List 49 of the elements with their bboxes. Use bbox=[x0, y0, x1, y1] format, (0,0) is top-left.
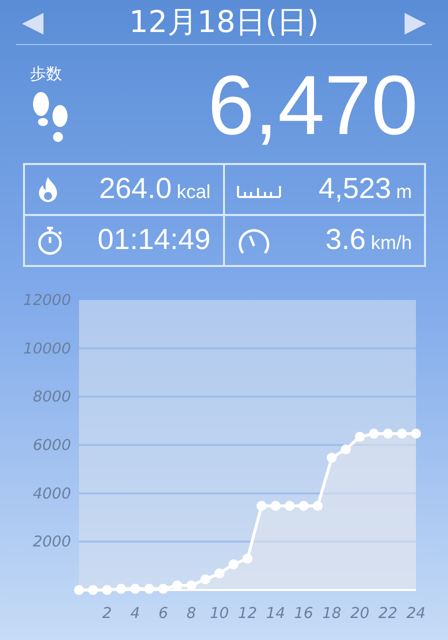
x-axis-label: 4 bbox=[130, 604, 140, 622]
steps-label: 歩数 bbox=[30, 64, 62, 84]
previous-day-button[interactable]: ◀ bbox=[16, 8, 50, 36]
y-axis-label: 2000 bbox=[32, 532, 71, 551]
stat-value: 01:14:49 bbox=[98, 224, 210, 256]
x-axis-label: 24 bbox=[406, 604, 426, 622]
data-point bbox=[354, 432, 365, 442]
step-count: 6,470 bbox=[208, 63, 418, 147]
y-axis-label: 8000 bbox=[32, 388, 71, 406]
stat-value: 4,523 bbox=[318, 173, 392, 205]
unit-label: km/h bbox=[370, 233, 412, 254]
x-axis-label: 6 bbox=[158, 604, 168, 622]
data-point bbox=[368, 428, 379, 439]
data-point bbox=[256, 500, 267, 511]
speedometer-icon bbox=[236, 226, 270, 254]
x-axis-label: 12 bbox=[238, 604, 258, 622]
x-axis-label: 10 bbox=[210, 604, 229, 622]
data-point bbox=[200, 574, 210, 584]
data-point bbox=[242, 554, 252, 564]
stat-value: 264.0 bbox=[99, 173, 172, 205]
x-axis-label: 22 bbox=[378, 604, 398, 622]
data-point bbox=[411, 428, 421, 439]
data-point bbox=[298, 500, 309, 511]
date-title: 12月18日(日) bbox=[129, 4, 319, 42]
data-point bbox=[382, 428, 393, 439]
data-point bbox=[270, 500, 281, 511]
x-axis-label: 18 bbox=[322, 604, 342, 622]
next-day-button[interactable]: ▶ bbox=[398, 8, 432, 36]
x-axis-label: 14 bbox=[266, 604, 286, 622]
data-point bbox=[396, 428, 407, 439]
stat-value: 3.6 bbox=[325, 224, 366, 256]
y-axis-label: 4000 bbox=[32, 484, 71, 502]
unit-label: m bbox=[396, 182, 412, 203]
y-axis-label: 10000 bbox=[23, 339, 71, 358]
data-point bbox=[312, 500, 323, 511]
data-point bbox=[214, 568, 224, 578]
x-axis-label: 16 bbox=[294, 604, 314, 622]
x-axis-label: 20 bbox=[350, 604, 370, 622]
y-axis-label: 6000 bbox=[32, 436, 71, 454]
flame-icon bbox=[37, 176, 59, 204]
x-axis-label: 2 bbox=[102, 604, 112, 622]
data-point bbox=[284, 500, 295, 511]
data-point bbox=[228, 559, 238, 570]
data-point bbox=[340, 444, 351, 454]
x-axis-label: 8 bbox=[186, 604, 196, 622]
unit-label: kcal bbox=[176, 182, 210, 203]
data-point bbox=[326, 452, 337, 463]
stopwatch-icon bbox=[37, 226, 63, 256]
y-axis-label: 12000 bbox=[23, 291, 71, 309]
